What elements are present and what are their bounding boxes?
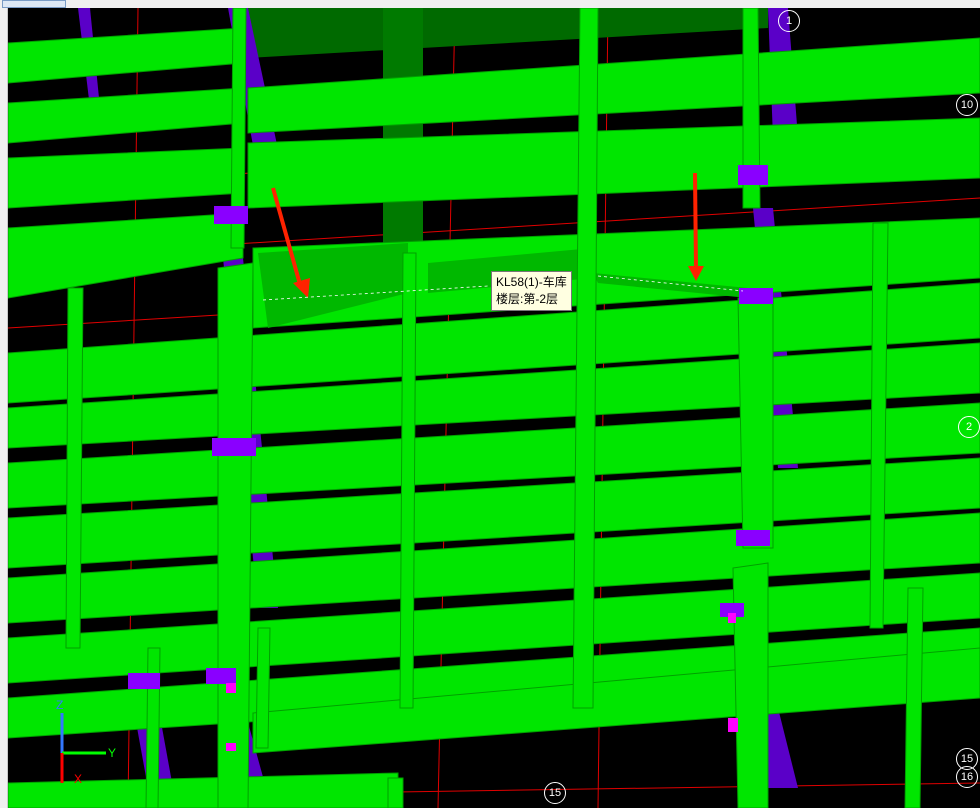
grid-bubble-10[interactable]: 10 — [956, 94, 978, 116]
tooltip-component-name: KL58(1)-车库 — [496, 275, 567, 289]
tooltip-floor-info: 楼层:第-2层 — [496, 292, 559, 306]
grid-bubble-15-bottom[interactable]: 15 — [544, 782, 566, 804]
slab-dark[interactable] — [248, 8, 768, 58]
grid-bubble-top[interactable]: 1 — [778, 10, 800, 32]
slab-dark-2[interactable] — [383, 8, 423, 248]
axis-x-label: X — [74, 772, 83, 786]
axis-y-label: Y — [108, 746, 117, 760]
structure-model[interactable] — [8, 8, 980, 808]
toolbar-button[interactable] — [2, 0, 66, 8]
left-panel-edge — [0, 8, 8, 808]
grid-bubble-12[interactable]: 2 — [958, 416, 980, 438]
component-tooltip: KL58(1)-车库 楼层:第-2层 — [491, 271, 572, 311]
axis-z-label: Z — [56, 698, 64, 712]
grid-bubble-16[interactable]: 16 — [956, 766, 978, 788]
3d-viewport[interactable]: Z Y X 1 10 2 15 16 15 KL58(1)-车库 楼层:第-2层 — [8, 8, 980, 808]
